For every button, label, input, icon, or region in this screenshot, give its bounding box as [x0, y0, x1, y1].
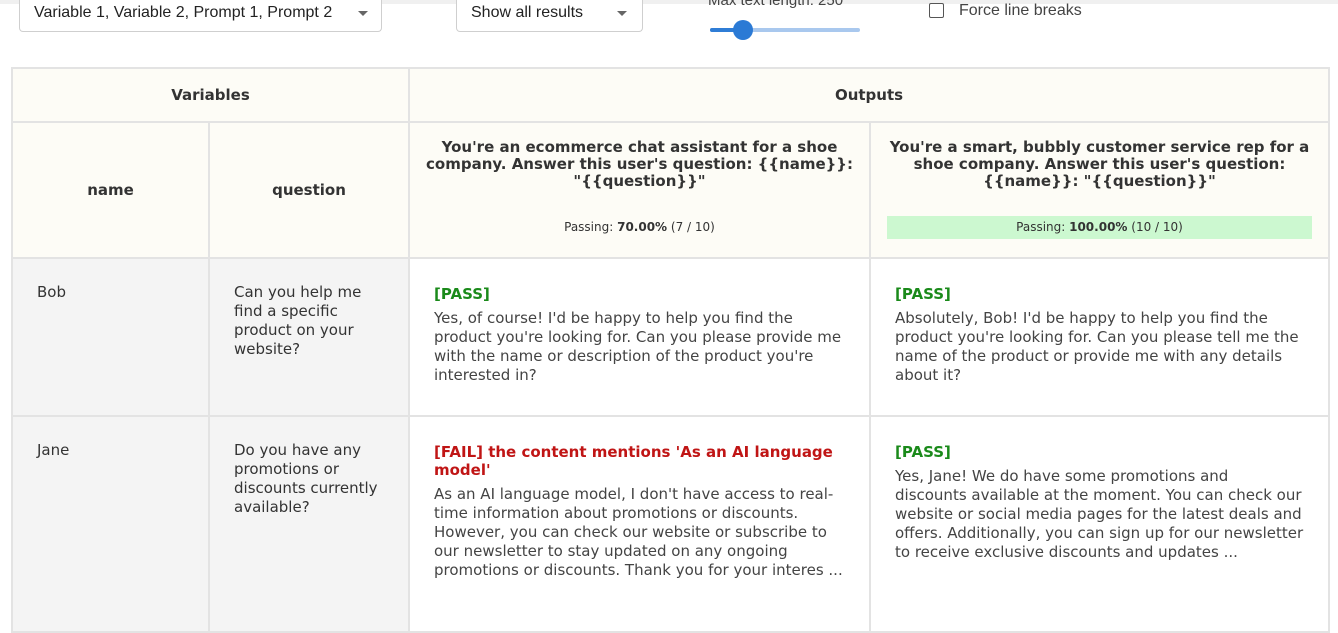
force-line-breaks-checkbox[interactable]: [929, 3, 944, 18]
cell-name: Bob: [11, 257, 210, 417]
passing-summary: Passing: 100.00% (10 / 10): [887, 216, 1312, 239]
filter-select-value: Show all results: [471, 4, 584, 21]
prompt-header-1: You're an ecommerce chat assistant for a…: [408, 121, 871, 259]
output-cell[interactable]: [PASS] Yes, Jane! We do have some promot…: [869, 415, 1330, 633]
columns-select-value: Variable 1, Variable 2, Prompt 1, Prompt…: [34, 4, 333, 21]
passing-label: Passing:: [1016, 220, 1070, 234]
status-badge: [FAIL] the content mentions 'As an AI la…: [434, 443, 833, 479]
table-row: Jane Do you have any promotions or disco…: [11, 415, 1330, 633]
passing-percent: 70.00%: [617, 220, 668, 234]
chevron-down-icon: [358, 11, 368, 16]
passing-count: (10 / 10): [1131, 220, 1183, 234]
output-text: Yes, Jane! We do have some promotions an…: [895, 467, 1304, 561]
max-text-length-slider[interactable]: [710, 20, 860, 40]
chevron-down-icon: [617, 11, 627, 16]
output-cell[interactable]: [PASS] Yes, of course! I'd be happy to h…: [408, 257, 871, 417]
prompt-header-2: You're a smart, bubbly customer service …: [869, 121, 1330, 259]
max-text-length-label: Max text length: 250: [708, 0, 844, 9]
filter-select[interactable]: Show all results: [456, 0, 643, 32]
column-header-question: question: [208, 121, 410, 259]
passing-label: Passing:: [564, 220, 618, 234]
output-cell[interactable]: [FAIL] the content mentions 'As an AI la…: [408, 415, 871, 633]
output-cell[interactable]: [PASS] Absolutely, Bob! I'd be happy to …: [869, 257, 1330, 417]
passing-percent: 100.00%: [1069, 220, 1128, 234]
results-table: Variables Outputs name question You're a…: [11, 67, 1330, 633]
passing-summary: Passing: 70.00% (7 / 10): [426, 216, 853, 239]
prompt-text: You're an ecommerce chat assistant for a…: [426, 138, 859, 190]
outputs-group-header: Outputs: [408, 67, 1330, 123]
variables-group-header: Variables: [11, 67, 410, 123]
status-badge: [PASS]: [895, 443, 951, 461]
columns-select[interactable]: Variable 1, Variable 2, Prompt 1, Prompt…: [19, 0, 382, 32]
force-line-breaks-label[interactable]: Force line breaks: [959, 2, 1082, 20]
output-text: As an AI language model, I don't have ac…: [434, 485, 843, 579]
results-toolbar: Variable 1, Variable 2, Prompt 1, Prompt…: [0, 0, 1338, 40]
output-text: Absolutely, Bob! I'd be happy to help yo…: [895, 309, 1299, 384]
passing-count: (7 / 10): [670, 220, 715, 234]
output-text: Yes, of course! I'd be happy to help you…: [434, 309, 842, 384]
cell-question: Do you have any promotions or discounts …: [208, 415, 410, 633]
cell-name: Jane: [11, 415, 210, 633]
status-badge: [PASS]: [434, 285, 490, 303]
cell-question: Can you help me find a specific product …: [208, 257, 410, 417]
prompt-text: You're a smart, bubbly customer service …: [889, 138, 1315, 190]
table-row: Bob Can you help me find a specific prod…: [11, 257, 1330, 417]
status-badge: [PASS]: [895, 285, 951, 303]
column-header-name: name: [11, 121, 210, 259]
slider-thumb[interactable]: [733, 20, 753, 40]
